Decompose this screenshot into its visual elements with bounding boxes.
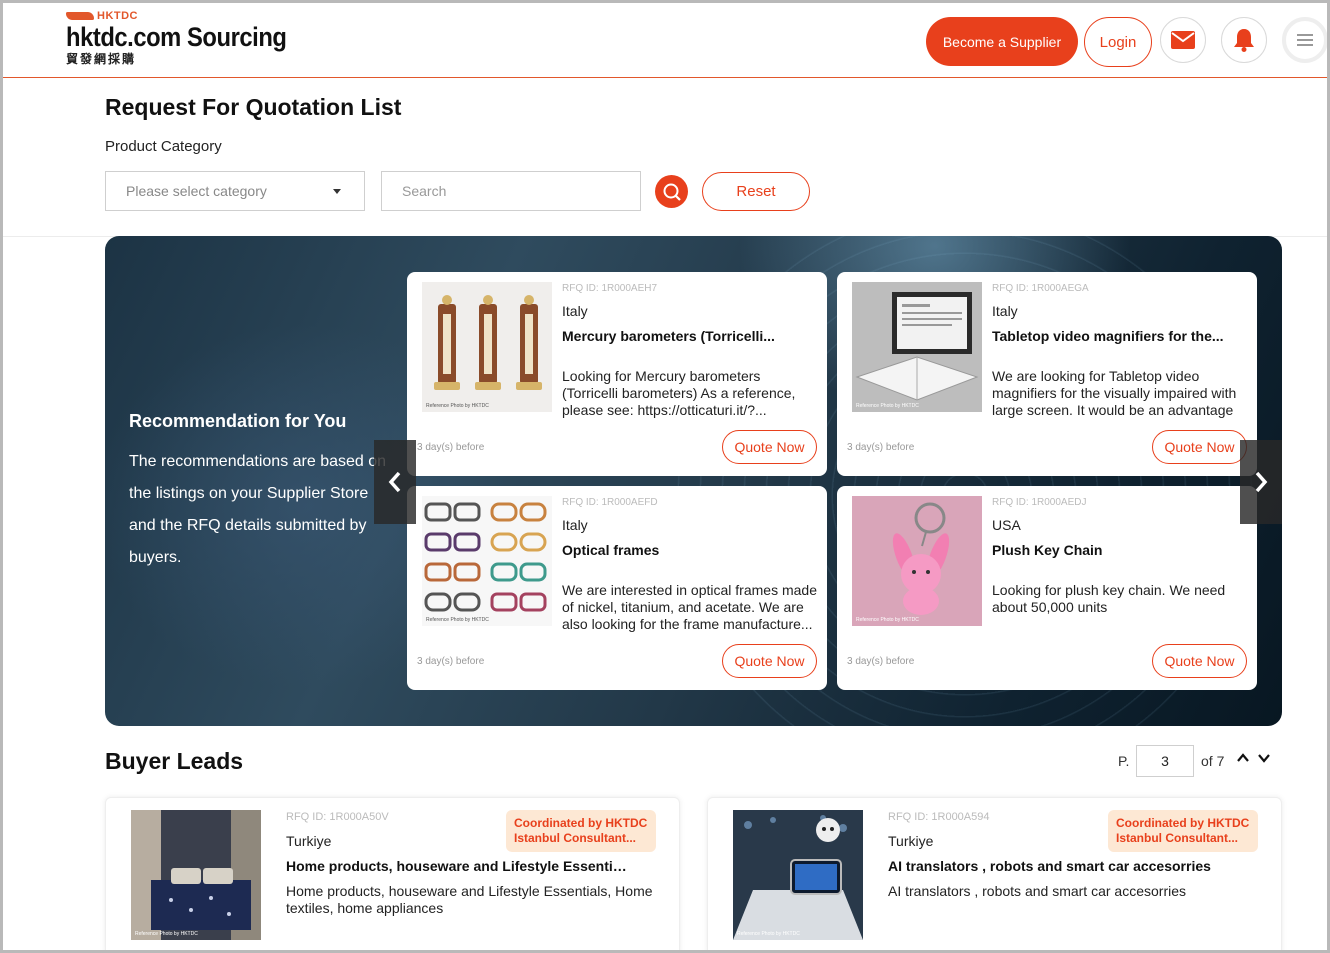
rfq-title[interactable]: Mercury barometers (Torricelli... [562, 328, 817, 344]
bell-icon [1234, 29, 1254, 52]
photo-credit: Reference Photo by HKTDC [426, 403, 489, 409]
chevron-left-icon [388, 471, 401, 493]
chevron-right-icon [1255, 471, 1268, 493]
photo-credit: Reference Photo by HKTDC [135, 931, 198, 937]
optical-frames-image: Reference Photo by HKTDC [422, 496, 552, 626]
recommendation-banner: Recommendation for You The recommendatio… [105, 236, 1282, 726]
site-header: HKTDC hktdc.com Sourcing 貿發網採購 Become a … [3, 3, 1328, 78]
hktdc-swoosh-icon [66, 11, 94, 20]
rfq-title[interactable]: AI translators , robots and smart car ac… [888, 858, 1233, 874]
chevron-down-icon[interactable] [1257, 752, 1271, 764]
logo-hktdc-text: HKTDC [97, 9, 138, 22]
rfq-description: Home products, houseware and Lifestyle E… [286, 883, 653, 916]
rfq-country: USA [992, 517, 1021, 533]
logo-main-text: hktdc.com Sourcing [66, 22, 287, 52]
rfq-country: Italy [992, 303, 1018, 319]
product-category-label: Product Category [105, 138, 222, 155]
search-input[interactable] [381, 171, 641, 211]
logo-chinese-text: 貿發網採購 [66, 52, 137, 66]
rfq-id: RFQ ID: 1R000AEGA [992, 283, 1089, 294]
rfq-id: RFQ ID: 1R000AEDJ [992, 497, 1087, 508]
recommendation-title: Recommendation for You [129, 411, 347, 431]
category-select-placeholder: Please select category [126, 183, 267, 199]
menu-button[interactable] [1282, 17, 1328, 63]
photo-credit: Reference Photo by HKTDC [856, 403, 919, 409]
rfq-description: AI translators , robots and smart car ac… [888, 883, 1186, 899]
page-number-input[interactable] [1136, 745, 1194, 777]
search-icon [663, 183, 681, 201]
quote-now-button[interactable]: Quote Now [1152, 644, 1247, 678]
search-button[interactable] [655, 175, 688, 208]
caret-down-icon [333, 189, 341, 194]
rfq-card[interactable]: Reference Photo by HKTDC RFQ ID: 1R000AE… [837, 486, 1257, 690]
badge-line-2: Istanbul Consultant... [514, 831, 636, 845]
video-magnifier-image: Reference Photo by HKTDC [852, 282, 982, 412]
login-button[interactable]: Login [1084, 17, 1152, 67]
rfq-posted-ago: 3 day(s) before [847, 656, 915, 667]
rfq-description: Looking for plush key chain. We need abo… [992, 582, 1226, 615]
carousel-next-button[interactable] [1240, 440, 1282, 524]
category-select[interactable]: Please select category [105, 171, 365, 211]
rfq-id: RFQ ID: 1R000AEH7 [562, 283, 658, 294]
rfq-title[interactable]: Home products, houseware and Lifestyle E… [286, 858, 631, 874]
page-title: Request For Quotation List [105, 94, 402, 120]
rfq-id: RFQ ID: 1R000AEFD [562, 497, 658, 508]
rfq-country: Italy [562, 303, 588, 319]
rfq-card[interactable]: Reference Photo by HKTDC RFQ ID: 1R000AE… [407, 486, 827, 690]
chevron-up-icon[interactable] [1236, 752, 1250, 764]
rfq-id: RFQ ID: 1R000A50V [286, 811, 389, 823]
rfq-card[interactable]: Reference Photo by HKTDC RFQ ID: 1R000AE… [407, 272, 827, 476]
rfq-country: Italy [562, 517, 588, 533]
quote-now-button[interactable]: Quote Now [722, 644, 817, 678]
barometers-image: Reference Photo by HKTDC [422, 282, 552, 412]
badge-line-1: Coordinated by HKTDC [1116, 816, 1250, 830]
recommendation-description: The recommendations are based on the lis… [129, 453, 387, 566]
hamburger-icon [1297, 34, 1313, 46]
smart-car-image: Reference Photo by HKTDC [733, 810, 863, 940]
quote-now-button[interactable]: Quote Now [722, 430, 817, 464]
quote-now-button[interactable]: Quote Now [1152, 430, 1247, 464]
photo-credit: Reference Photo by HKTDC [856, 617, 919, 623]
rfq-description: We are interested in optical frames made… [562, 582, 817, 632]
become-supplier-button[interactable]: Become a Supplier [926, 17, 1078, 66]
rfq-card[interactable]: Reference Photo by HKTDC RFQ ID: 1R000AE… [837, 272, 1257, 476]
rfq-posted-ago: 3 day(s) before [847, 442, 915, 453]
buyer-leads-title: Buyer Leads [105, 748, 244, 774]
photo-credit: Reference Photo by HKTDC [737, 931, 800, 937]
buyer-lead-card[interactable]: Reference Photo by HKTDC RFQ ID: 1R000A5… [105, 797, 680, 953]
pager-total: of 7 [1201, 753, 1225, 769]
coordinated-badge: Coordinated by HKTDC Istanbul Consultant… [506, 810, 656, 852]
buyer-lead-card[interactable]: Reference Photo by HKTDC RFQ ID: 1R000A5… [707, 797, 1282, 953]
rfq-description: We are looking for Tabletop video magnif… [992, 368, 1237, 418]
notification-button[interactable] [1221, 17, 1267, 63]
rfq-id: RFQ ID: 1R000A594 [888, 811, 990, 823]
photo-credit: Reference Photo by HKTDC [426, 617, 489, 623]
coordinated-badge: Coordinated by HKTDC Istanbul Consultant… [1108, 810, 1258, 852]
rfq-country: Turkiye [888, 833, 934, 849]
rfq-posted-ago: 3 day(s) before [417, 656, 485, 667]
carousel-prev-button[interactable] [374, 440, 416, 524]
envelope-icon [1171, 31, 1195, 49]
rfq-title[interactable]: Optical frames [562, 542, 817, 558]
home-products-image: Reference Photo by HKTDC [131, 810, 261, 940]
rfq-description: Looking for Mercury barometers (Torricel… [562, 368, 796, 418]
hktdc-logo[interactable]: HKTDC hktdc.com Sourcing 貿發網採購 [66, 9, 317, 66]
message-button[interactable] [1160, 17, 1206, 63]
plush-keychain-image: Reference Photo by HKTDC [852, 496, 982, 626]
badge-line-2: Istanbul Consultant... [1116, 831, 1238, 845]
rfq-title[interactable]: Tabletop video magnifiers for the... [992, 328, 1247, 344]
reset-button[interactable]: Reset [702, 172, 810, 211]
rfq-posted-ago: 3 day(s) before [417, 442, 485, 453]
rfq-title[interactable]: Plush Key Chain [992, 542, 1247, 558]
badge-line-1: Coordinated by HKTDC [514, 816, 648, 830]
pager-prefix: P. [1118, 753, 1130, 769]
rfq-country: Turkiye [286, 833, 332, 849]
